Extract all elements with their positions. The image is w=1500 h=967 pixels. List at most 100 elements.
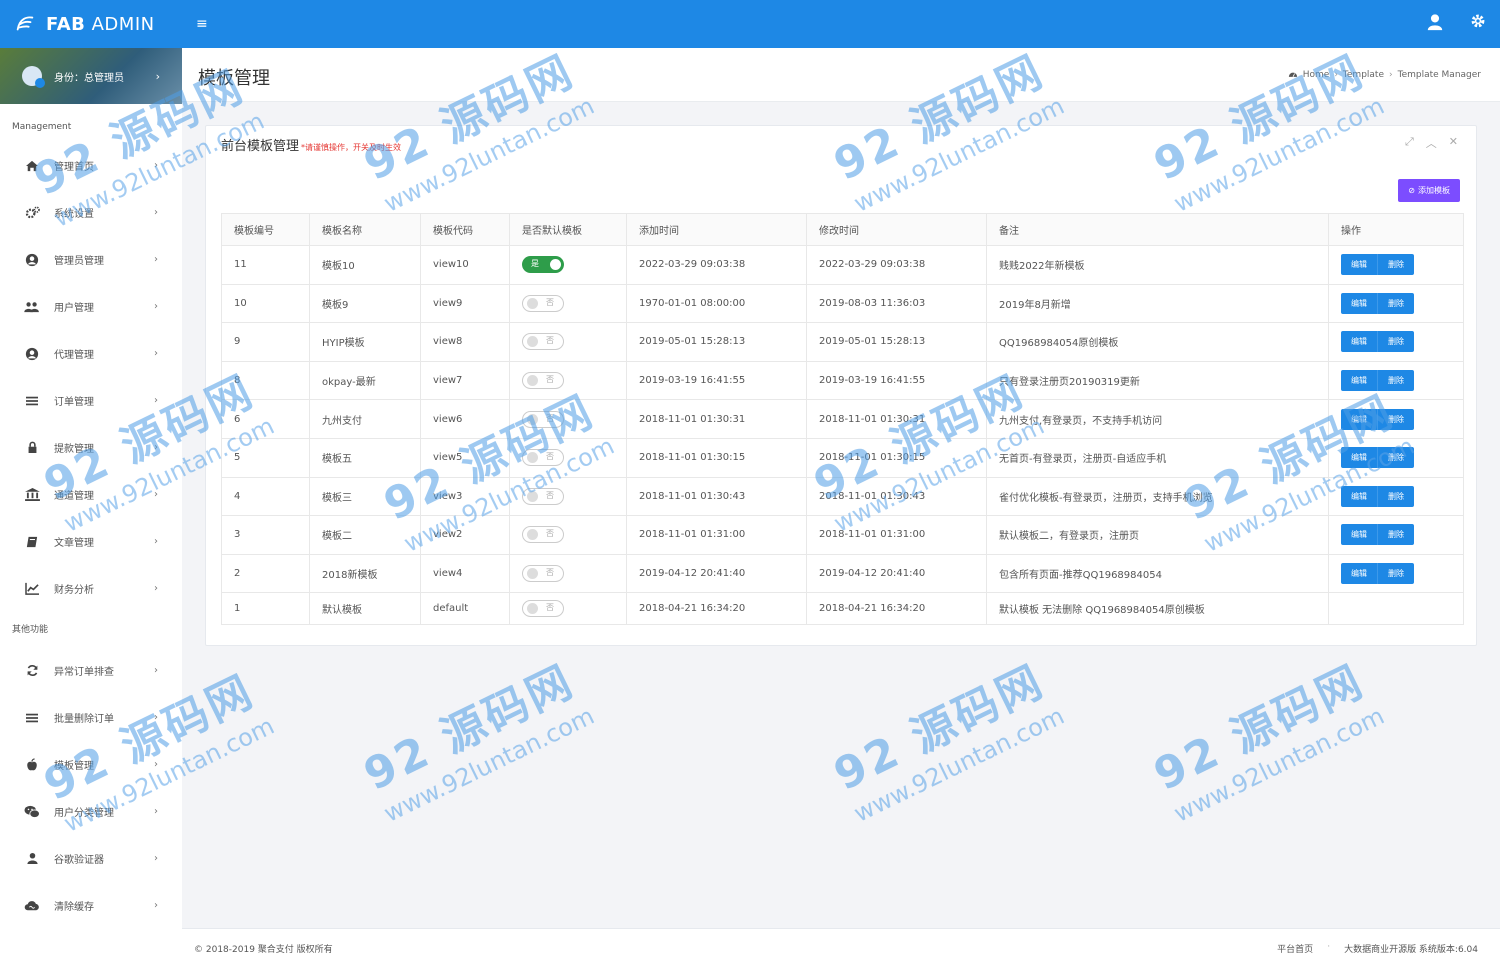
- column-header[interactable]: 添加时间: [626, 213, 807, 246]
- delete-button[interactable]: 删除: [1378, 485, 1414, 507]
- column-header[interactable]: 模板编号: [221, 213, 310, 246]
- sidebar-item-label: 用户管理: [54, 303, 94, 314]
- action-group: 编辑 删除: [1341, 485, 1414, 507]
- sidebar-item[interactable]: 异常订单排查 ›: [0, 647, 182, 694]
- cell-actions: 编辑 删除: [1328, 360, 1464, 401]
- delete-button[interactable]: 删除: [1378, 524, 1414, 546]
- column-header[interactable]: 模板代码: [420, 213, 510, 246]
- sidebar-item[interactable]: 用户分类管理 ›: [0, 788, 182, 835]
- default-toggle[interactable]: 否: [522, 333, 564, 351]
- column-header[interactable]: 备注: [986, 213, 1329, 246]
- sidebar-item[interactable]: 系统设置 ›: [0, 189, 182, 236]
- sidebar-item[interactable]: 谷歌验证器 ›: [0, 835, 182, 882]
- sidebar-item[interactable]: 代理管理 ›: [0, 330, 182, 377]
- edit-button[interactable]: 编辑: [1341, 563, 1378, 585]
- sidebar-item[interactable]: 模板管理 ›: [0, 741, 182, 788]
- sidebar-item[interactable]: 用户管理 ›: [0, 283, 182, 330]
- edit-button[interactable]: 编辑: [1341, 370, 1378, 392]
- cell-default: 否: [509, 476, 627, 517]
- default-toggle[interactable]: 是: [522, 256, 564, 274]
- default-toggle[interactable]: 否: [522, 372, 564, 390]
- column-header[interactable]: 操作: [1328, 213, 1464, 246]
- menu-toggle-icon[interactable]: ≡: [196, 16, 208, 32]
- wechat-icon: [24, 805, 40, 819]
- sidebar-item[interactable]: 提款管理 ›: [0, 424, 182, 471]
- cell-modified: 2018-11-01 01:30:31: [806, 399, 987, 439]
- add-template-button[interactable]: ⊘ 添加模板: [1398, 179, 1460, 202]
- table-row: 8 okpay-最新 view7 否 2019-03-19 16:41:55 2019-0…: [221, 360, 1464, 401]
- delete-button[interactable]: 删除: [1378, 254, 1414, 276]
- default-toggle[interactable]: 否: [522, 526, 564, 544]
- gear-icon[interactable]: [1470, 13, 1490, 33]
- footer-dot: ·: [1327, 942, 1331, 952]
- sidebar-item-label: 财务分析: [54, 585, 94, 596]
- user-panel[interactable]: 身份：总管理员 ›: [0, 48, 182, 104]
- footer-home-link[interactable]: 平台首页: [1277, 942, 1313, 955]
- sidebar-item[interactable]: 批量删除订单 ›: [0, 694, 182, 741]
- expand-icon[interactable]: ⤢: [1405, 135, 1414, 151]
- sidebar-item[interactable]: 管理首页 ›: [0, 142, 182, 189]
- toggle-label: 否: [546, 603, 554, 613]
- default-toggle[interactable]: 否: [522, 449, 564, 467]
- breadcrumb-template[interactable]: Template: [1343, 70, 1384, 80]
- default-toggle[interactable]: 否: [522, 410, 564, 428]
- template-card: 前台模板管理 *请谨慎操作，开关及时生效 ⤢ ︿ ✕ ⊘ 添加模板 模板编号 模板…: [205, 125, 1477, 646]
- chevron-right-icon: ›: [154, 806, 158, 817]
- sidebar-item[interactable]: 文章管理 ›: [0, 518, 182, 565]
- toggle-label: 否: [546, 452, 554, 462]
- cell-code: view10: [420, 245, 510, 285]
- user-icon: [24, 852, 40, 866]
- edit-button[interactable]: 编辑: [1341, 447, 1378, 469]
- default-toggle[interactable]: 否: [522, 600, 564, 618]
- sidebar-item[interactable]: 财务分析 ›: [0, 565, 182, 612]
- default-toggle[interactable]: 否: [522, 487, 564, 505]
- cell-id: 4: [221, 476, 310, 517]
- cell-id: 6: [221, 399, 310, 439]
- sidebar-item[interactable]: 管理员管理 ›: [0, 236, 182, 283]
- cell-id: 3: [221, 515, 310, 555]
- delete-button[interactable]: 删除: [1378, 563, 1414, 585]
- delete-button[interactable]: 删除: [1378, 370, 1414, 392]
- sidebar-item[interactable]: 通道管理 ›: [0, 471, 182, 518]
- watermark: 92 源码网 www.92luntan.com: [351, 644, 598, 828]
- default-toggle[interactable]: 否: [522, 565, 564, 583]
- collapse-icon[interactable]: ︿: [1426, 135, 1437, 151]
- cell-name: okpay-最新: [309, 360, 421, 401]
- default-toggle[interactable]: 否: [522, 294, 564, 312]
- watermark-brand: 92 源码网: [826, 655, 1053, 801]
- edit-button[interactable]: 编辑: [1341, 524, 1378, 546]
- user-circle-icon: [24, 253, 40, 267]
- edit-button[interactable]: 编辑: [1341, 485, 1378, 507]
- chevron-right-icon: ›: [154, 254, 158, 265]
- delete-button[interactable]: 删除: [1378, 408, 1414, 430]
- table-row: 9 HYIP模板 view8 否 2019-05-01 15:28:13 2019-05-…: [221, 322, 1464, 362]
- column-header[interactable]: 模板名称: [309, 213, 421, 246]
- column-header[interactable]: 是否默认模板: [509, 213, 627, 246]
- dashboard-icon: [1288, 69, 1298, 81]
- breadcrumb-current: Template Manager: [1397, 70, 1481, 80]
- edit-button[interactable]: 编辑: [1341, 331, 1378, 353]
- delete-button[interactable]: 删除: [1378, 331, 1414, 353]
- watermark-url: www.92luntan.com: [379, 701, 599, 828]
- edit-button[interactable]: 编辑: [1341, 408, 1378, 430]
- delete-button[interactable]: 删除: [1378, 292, 1414, 314]
- sidebar-item-label: 清除缓存: [54, 902, 94, 913]
- edit-button[interactable]: 编辑: [1341, 254, 1378, 276]
- edit-button[interactable]: 编辑: [1341, 292, 1378, 314]
- watermark: 92 源码网 www.92luntan.com: [1141, 644, 1388, 828]
- list-icon: [24, 711, 40, 725]
- breadcrumb-home[interactable]: Home: [1303, 70, 1330, 80]
- system-version: 大数据商业开源版 系统版本:6.04: [1344, 945, 1478, 955]
- brand[interactable]: FAB ADMIN: [0, 0, 182, 48]
- delete-button[interactable]: 删除: [1378, 447, 1414, 469]
- sidebar-item[interactable]: 订单管理 ›: [0, 377, 182, 424]
- close-icon[interactable]: ✕: [1449, 135, 1458, 151]
- user-role: 身份：总管理员: [54, 72, 124, 84]
- sidebar-item[interactable]: 清除缓存 ›: [0, 882, 182, 929]
- book-icon: [24, 535, 40, 549]
- column-header[interactable]: 修改时间: [806, 213, 987, 246]
- user-icon[interactable]: [1426, 13, 1446, 33]
- chevron-right-icon: ›: [154, 207, 158, 218]
- table-header-row: 模板编号 模板名称 模板代码 是否默认模板 添加时间 修改时间 备注 操作: [221, 213, 1464, 246]
- cell-added: 2018-04-21 16:34:20: [626, 592, 807, 626]
